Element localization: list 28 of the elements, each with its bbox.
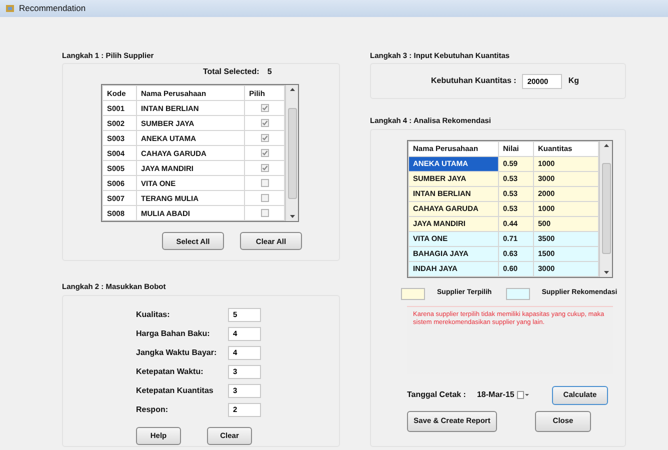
- field-label: Harga Bahan Baku:: [136, 328, 211, 340]
- checkbox[interactable]: [260, 179, 269, 188]
- field-label: Ketepatan Kuantitas: [136, 384, 214, 396]
- checkbox[interactable]: [260, 194, 269, 202]
- field-label: Ketepatan Waktu:: [136, 366, 204, 378]
- checkbox[interactable]: [260, 149, 269, 158]
- scroll-up-icon[interactable]: [604, 144, 609, 146]
- date-label: Tanggal Cetak :: [407, 389, 466, 401]
- scroll-up-icon[interactable]: [290, 88, 295, 92]
- checkbox[interactable]: [260, 134, 269, 142]
- field-label: Respon:: [136, 404, 169, 416]
- unit-label: Kg: [568, 75, 580, 88]
- field-label: Kualitas:: [136, 308, 171, 320]
- checkbox[interactable]: [260, 209, 269, 218]
- scrollbar[interactable]: [285, 85, 298, 222]
- field-label: Jangka Waktu Bayar:: [136, 346, 218, 358]
- app-icon: [6, 4, 15, 13]
- checkbox[interactable]: [260, 164, 269, 172]
- checkbox[interactable]: [260, 104, 269, 112]
- scroll-down-icon[interactable]: [604, 270, 609, 274]
- calendar-dropdown-icon[interactable]: [517, 390, 530, 400]
- scroll-down-icon[interactable]: [290, 215, 295, 218]
- total-value: 5: [267, 66, 272, 78]
- checkbox[interactable]: [260, 119, 269, 128]
- total-label: Total Selected:: [203, 66, 260, 78]
- window-title: Recommendation: [19, 2, 86, 15]
- scrollbar[interactable]: [599, 140, 612, 276]
- quantity-label: Kebutuhan Kuantitas :: [431, 75, 516, 88]
